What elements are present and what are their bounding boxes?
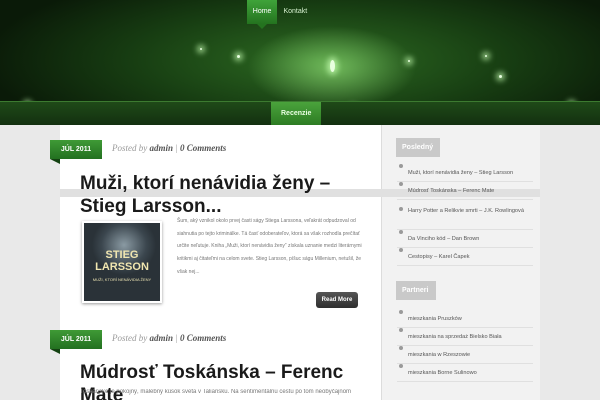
category-bar: Recenzie: [0, 101, 600, 126]
partner-link[interactable]: mieszkania Borne Sulinowo: [397, 364, 533, 382]
post-title-link[interactable]: Muži, ktorí nenávidia ženy – Stieg Larss…: [80, 172, 370, 218]
post-thumbnail[interactable]: STIEG LARSSON MUŽI, KTORÍ NENÁVIDIA ŽENY: [82, 221, 162, 303]
partner-link[interactable]: mieszkania Pruszków: [397, 310, 533, 328]
nav-kontakt[interactable]: Kontakt: [277, 0, 313, 24]
post-meta: Posted by admin | 0 Comments: [112, 333, 226, 343]
partner-link[interactable]: mieszkania na sprzedaż Bielsko Biała: [397, 328, 533, 346]
partner-link[interactable]: mieszkania w Rzeszowie: [397, 346, 533, 364]
post-date-badge: JÚL 2011: [50, 330, 102, 354]
top-navigation: Home Kontakt: [0, 0, 600, 29]
sparkle: [408, 60, 410, 62]
widget-heading-partners: Partneri: [396, 281, 436, 300]
sparkle: [237, 55, 240, 58]
post-meta: Posted by admin | 0 Comments: [112, 143, 226, 153]
post-date-badge: JÚL 2011: [50, 140, 102, 164]
partners-list: mieszkania Pruszków mieszkania na sprzed…: [397, 310, 533, 382]
recent-post-link[interactable]: Múdrosť Toskánska – Ferenc Mate: [397, 182, 533, 200]
sparkle: [499, 75, 502, 78]
sparkle: [485, 55, 487, 57]
recent-post-link[interactable]: Muži, ktorí nenávidia ženy – Stieg Larss…: [397, 164, 533, 182]
meta-separator: |: [175, 333, 178, 343]
recent-post-link[interactable]: Harry Potter a Relikvie smrti – J.K. Row…: [397, 200, 533, 230]
post-author-link[interactable]: admin: [150, 143, 174, 153]
widget-heading-recent: Posledný: [396, 138, 440, 157]
sparkle: [330, 60, 335, 72]
nav-home[interactable]: Home: [246, 0, 278, 29]
cover-title-line1: STIEG: [105, 249, 139, 261]
meta-separator: |: [175, 143, 178, 153]
post-comments-link[interactable]: 0 Comments: [180, 143, 226, 153]
posted-by-label: Posted by: [112, 333, 148, 343]
category-recenzie[interactable]: Recenzie: [271, 102, 322, 126]
recent-posts-list: Muži, ktorí nenávidia ženy – Stieg Larss…: [397, 164, 533, 266]
sparkle: [200, 48, 202, 50]
posted-by-label: Posted by: [112, 143, 148, 153]
recent-post-link[interactable]: Cestopisy – Karel Čapek: [397, 248, 533, 266]
recent-post-link[interactable]: Da Vinciho kód – Dan Brown: [397, 230, 533, 248]
post-author-link[interactable]: admin: [150, 333, 174, 343]
post-excerpt: Toskánsko je pokojný, malebný kúsok svet…: [80, 389, 352, 395]
cover-title-line2: LARSSON: [95, 261, 149, 273]
cover-subtitle: MUŽI, KTORÍ NENÁVIDIA ŽENY: [92, 277, 152, 282]
post-excerpt: Šum, aký vznikol okolo prvej časti ságy …: [177, 218, 362, 275]
read-more-button[interactable]: Read More: [316, 292, 358, 308]
post-comments-link[interactable]: 0 Comments: [180, 333, 226, 343]
